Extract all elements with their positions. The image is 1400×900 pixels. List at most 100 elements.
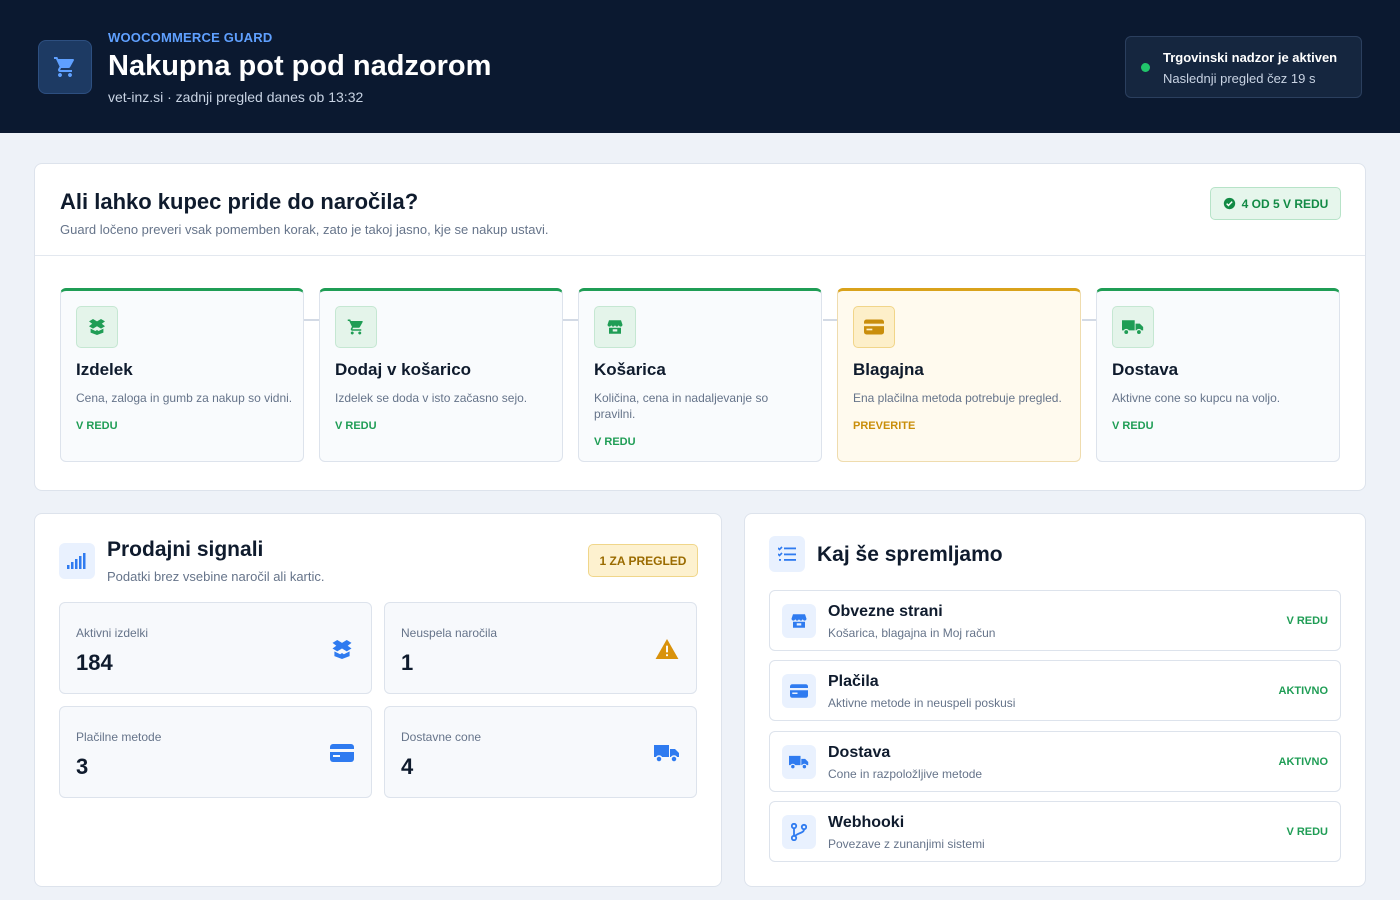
step-card-dodaj-v-kosarico[interactable]: Dodaj v košarico Izdelek se doda v isto … (319, 288, 563, 462)
metric-icon (654, 741, 680, 765)
step-icon (1112, 306, 1154, 348)
divider (35, 255, 1365, 256)
monitor-item-webhooks[interactable]: Webhooki Povezave z zunanjimi sistemi V … (769, 801, 1341, 862)
monitor-item-desc: Aktivne metode in neuspeli poskusi (828, 696, 1016, 710)
card-icon (864, 319, 884, 335)
step-status: V REDU (76, 420, 118, 432)
metric-label: Dostavne cone (401, 730, 482, 744)
metric-card-payment-methods[interactable]: Plačilne metode 3 (59, 706, 372, 798)
section-icon (59, 543, 95, 579)
step-card-izdelek[interactable]: Izdelek Cena, zaloga in gumb za nakup so… (60, 288, 304, 462)
step-icon (594, 306, 636, 348)
step-description: Aktivne cone so kupcu na voljo. (1112, 391, 1281, 405)
page-title: Nakupna pot pod nadzorom (108, 50, 492, 82)
store-icon (607, 320, 623, 334)
metric-icon (329, 637, 355, 661)
step-status: V REDU (335, 420, 377, 432)
monitor-item-status: AKTIVNO (1278, 756, 1329, 768)
step-name: Dodaj v košarico (335, 360, 472, 379)
truck-icon (654, 745, 679, 763)
step-icon (853, 306, 895, 348)
journey-panel: Ali lahko kupec pride do naročila? Guard… (34, 163, 1366, 491)
step-name: Izdelek (76, 360, 133, 379)
monitor-item-icon (782, 815, 816, 849)
step-name: Dostava (1112, 360, 1179, 379)
store-icon (791, 614, 807, 628)
card-icon (790, 684, 808, 698)
monitor-title: Kaj še spremljamo (817, 543, 1003, 566)
monitor-item-icon (782, 674, 816, 708)
step-status: V REDU (594, 436, 636, 448)
monitor-item-required-pages[interactable]: Obvezne strani Košarica, blagajna in Moj… (769, 590, 1341, 651)
metric-label: Neuspela naročila (401, 626, 498, 640)
monitor-item-name: Obvezne strani (828, 603, 943, 620)
step-connector (563, 319, 578, 321)
step-description: Ena plačilna metoda potrebuje pregled. (853, 391, 1062, 405)
signal-bars-icon (67, 553, 86, 569)
app-header: WOOCOMMERCE GUARD Nakupna pot pod nadzor… (0, 0, 1400, 133)
step-icon (76, 306, 118, 348)
status-next-check: Naslednji pregled čez 19 s (1163, 71, 1316, 86)
sales-signals-panel: Prodajni signali Podatki brez vsebine na… (34, 513, 722, 887)
card-icon (330, 744, 354, 762)
step-icon (335, 306, 377, 348)
monitor-item-name: Plačila (828, 673, 879, 690)
step-name: Blagajna (853, 360, 924, 379)
status-title: Trgovinski nadzor je aktiven (1163, 50, 1338, 65)
step-description: Količina, cena in nadaljevanje so pravil… (594, 391, 769, 421)
signals-title: Prodajni signali (107, 538, 264, 561)
monitoring-panel: Kaj še spremljamo Obvezne strani Košaric… (744, 513, 1366, 887)
monitor-item-status: AKTIVNO (1278, 685, 1329, 697)
monitor-item-desc: Povezave z zunanjimi sistemi (828, 837, 985, 851)
page-subtitle: vet-inz.si · zadnji pregled danes ob 13:… (108, 89, 364, 105)
monitor-item-payments[interactable]: Plačila Aktivne metode in neuspeli posku… (769, 660, 1341, 721)
logo (38, 40, 92, 94)
step-card-blagajna[interactable]: Blagajna Ena plačilna metoda potrebuje p… (837, 288, 1081, 462)
branch-icon (791, 823, 807, 841)
cart-icon (347, 319, 363, 335)
warning-icon (655, 639, 679, 659)
signals-review-badge: 1 ZA PREGLED (588, 544, 698, 577)
monitor-item-desc: Cone in razpoložljive metode (828, 767, 983, 781)
step-connector (304, 319, 319, 321)
box-icon (332, 639, 352, 659)
monitoring-status: Trgovinski nadzor je aktiven Naslednji p… (1125, 36, 1362, 98)
step-connector (1082, 319, 1097, 321)
monitor-item-icon (782, 745, 816, 779)
metric-icon (654, 637, 680, 661)
journey-status-badge: 4 OD 5 V REDU (1210, 187, 1341, 220)
step-name: Košarica (594, 360, 666, 379)
monitor-item-name: Dostava (828, 744, 891, 761)
section-icon (769, 536, 805, 572)
journey-subtitle: Guard ločeno preveri vsak pomemben korak… (60, 222, 549, 237)
step-description: Izdelek se doda v isto začasno sejo. (335, 391, 528, 405)
status-dot (1141, 63, 1150, 72)
step-card-kosarica[interactable]: Košarica Količina, cena in nadaljevanje … (578, 288, 822, 462)
cart-icon (54, 57, 74, 77)
metric-card-shipping-zones[interactable]: Dostavne cone 4 (384, 706, 697, 798)
monitor-item-name: Webhooki (828, 814, 905, 831)
checklist-icon (778, 546, 796, 561)
signals-subtitle: Podatki brez vsebine naročil ali kartic. (107, 569, 325, 584)
brand-label: WOOCOMMERCE GUARD (108, 30, 273, 45)
journey-badge-label: 4 OD 5 V REDU (1241, 196, 1329, 211)
journey-title: Ali lahko kupec pride do naročila? (60, 189, 419, 214)
truck-icon (1122, 320, 1144, 336)
step-description: Cena, zaloga in gumb za nakup so vidni. (76, 391, 293, 405)
check-circle-icon (1223, 197, 1235, 210)
monitor-item-shipping[interactable]: Dostava Cone in razpoložljive metode AKT… (769, 731, 1341, 792)
metric-icon (329, 741, 355, 765)
metric-card-active-products[interactable]: Aktivni izdelki 184 (59, 602, 372, 694)
metric-value: 4 (401, 754, 414, 779)
step-card-dostava[interactable]: Dostava Aktivne cone so kupcu na voljo. … (1096, 288, 1340, 462)
metric-value: 3 (76, 754, 89, 779)
metric-value: 184 (76, 650, 113, 675)
monitor-item-status: V REDU (1286, 826, 1328, 838)
box-icon (89, 319, 105, 335)
truck-icon (789, 755, 809, 770)
metric-label: Plačilne metode (76, 730, 162, 744)
monitor-item-desc: Košarica, blagajna in Moj račun (828, 626, 996, 640)
monitor-item-icon (782, 604, 816, 638)
monitor-item-status: V REDU (1286, 615, 1328, 627)
metric-card-failed-orders[interactable]: Neuspela naročila 1 (384, 602, 697, 694)
